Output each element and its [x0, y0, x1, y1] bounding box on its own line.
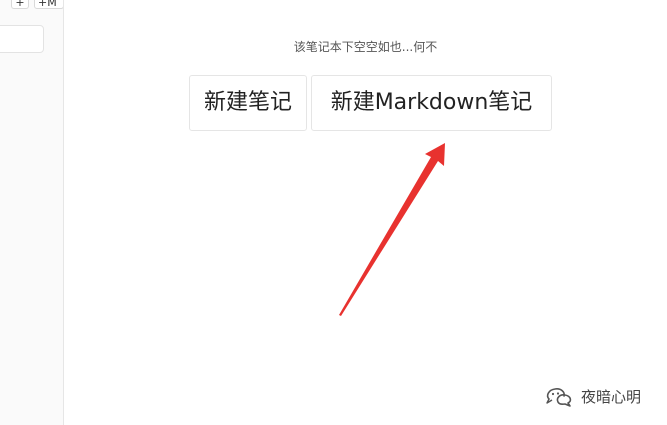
watermark: 夜暗心明 — [545, 384, 641, 408]
wechat-icon — [546, 388, 572, 407]
empty-notebook-message: 该笔记本下空空如也...何不 — [293, 40, 438, 54]
note-list-sidebar: + +M — [0, 0, 64, 425]
watermark-text: 夜暗心明 — [581, 387, 642, 406]
new-markdown-note-button[interactable]: 新建Markdown笔记 — [311, 75, 552, 131]
app-window: + +M 该笔记本下空空如也...何不 新建笔记 新建Markdown笔记 夜暗… — [0, 0, 667, 425]
new-note-button[interactable]: 新建笔记 — [189, 75, 307, 131]
add-note-button[interactable]: + — [11, 0, 29, 9]
note-editor-area: 该笔记本下空空如也...何不 新建笔记 新建Markdown笔记 — [64, 0, 667, 425]
search-input[interactable] — [0, 25, 44, 53]
add-markdown-note-button[interactable]: +M — [34, 0, 63, 9]
